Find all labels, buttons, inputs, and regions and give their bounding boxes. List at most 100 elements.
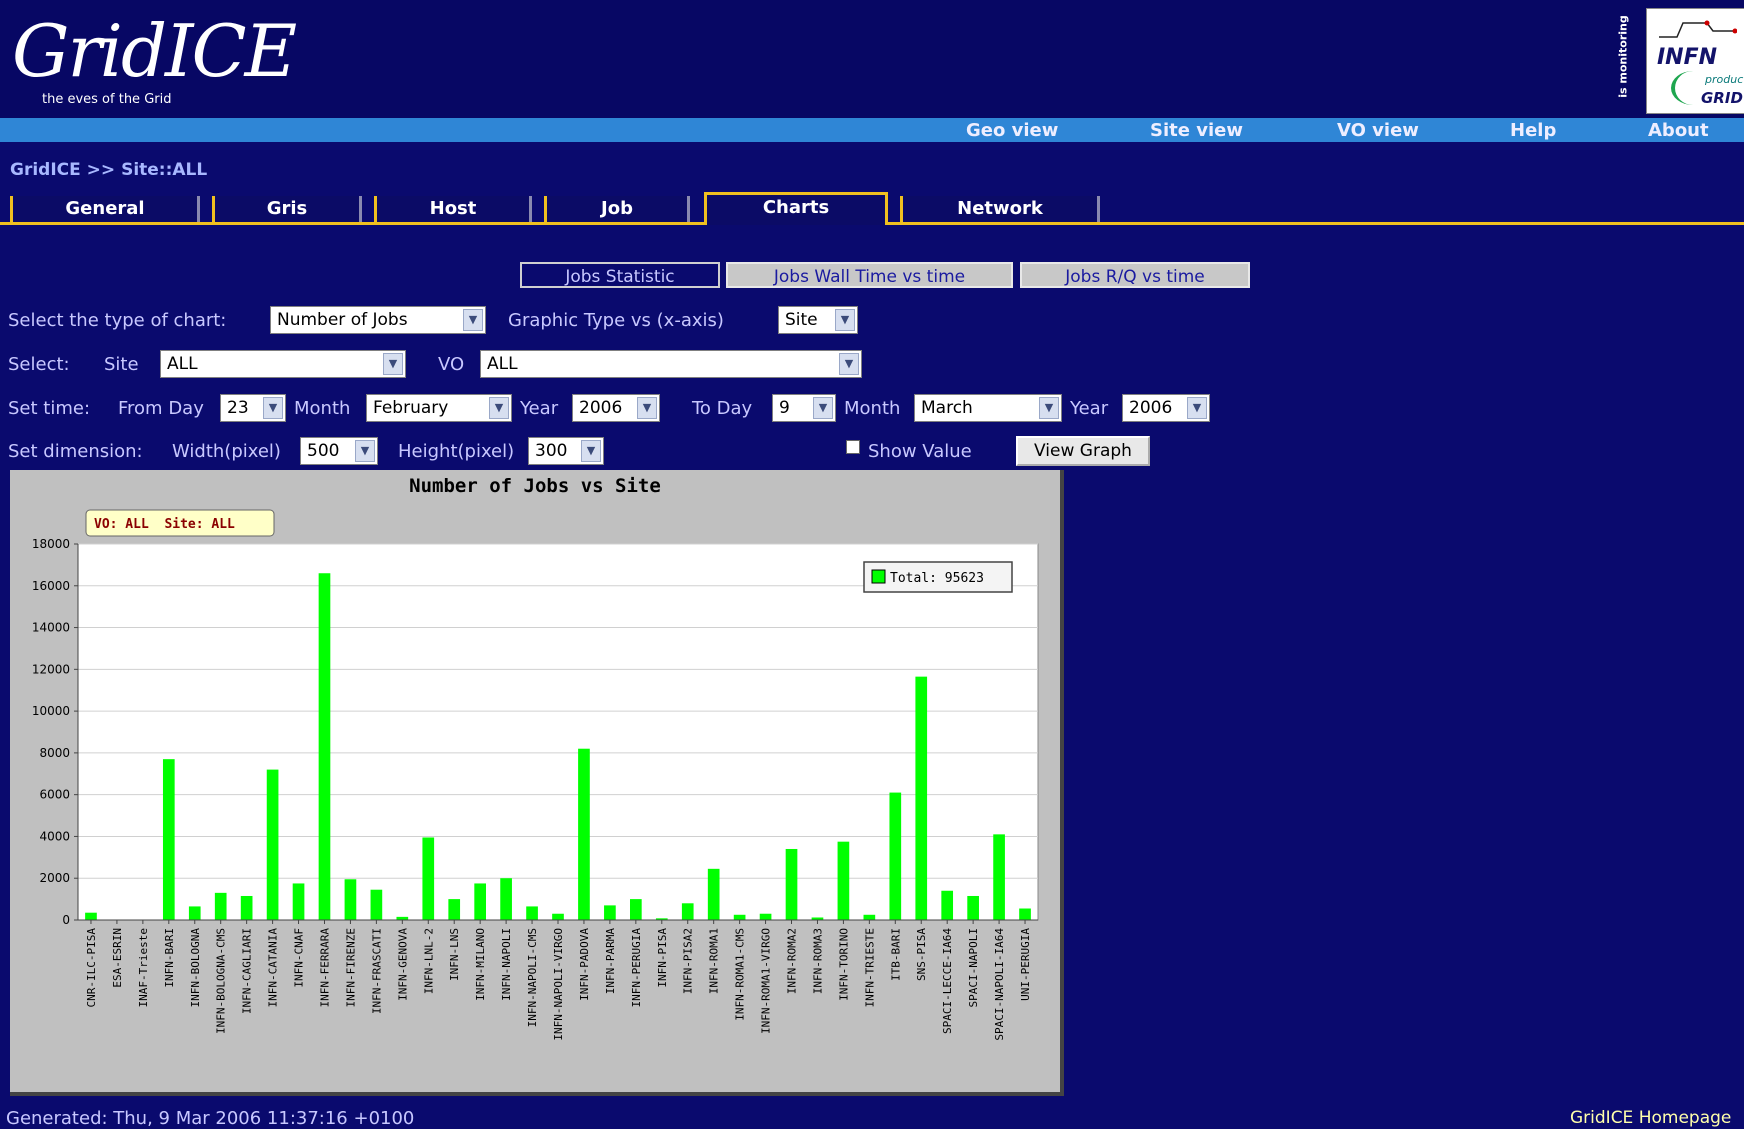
subtab-jobs-rq[interactable]: Jobs R/Q vs time [1020, 262, 1250, 288]
bar [448, 899, 461, 920]
bar [474, 883, 486, 920]
gridice-logo[interactable]: GridICE [12, 8, 297, 94]
chart-type-label: Select the type of chart: [8, 310, 227, 331]
x-tick-label: ITB-BARI [889, 928, 902, 981]
chart-title: Number of Jobs vs Site [409, 475, 661, 497]
bar [214, 892, 227, 920]
tab-network[interactable]: Network [900, 196, 1100, 222]
x-tick-label: INFN-FIRENZE [344, 928, 357, 1007]
graphic-type-value: Site [785, 310, 818, 330]
x-tick-label: INFN-ROMA1 [708, 928, 721, 994]
graphic-type-select[interactable]: Site ▼ [778, 306, 858, 334]
x-tick-label: SPACI-LECCE-IA64 [941, 928, 954, 1034]
to-month-select[interactable]: March ▼ [914, 394, 1062, 422]
y-tick-label: 0 [62, 913, 70, 927]
from-year-select[interactable]: 2006 ▼ [572, 394, 660, 422]
subtab-jobs-statistic[interactable]: Jobs Statistic [520, 262, 720, 288]
bar [266, 769, 279, 920]
vo-select[interactable]: ALL ▼ [480, 350, 862, 378]
to-month-label: Month [844, 398, 901, 419]
x-tick-label: INFN-BOLOGNA [189, 928, 202, 1008]
to-month-value: March [921, 398, 973, 418]
height-select[interactable]: 300 ▼ [528, 437, 604, 465]
show-value-label: Show Value [868, 441, 972, 462]
infn-logo-title: INFN [1657, 45, 1718, 70]
from-day-select[interactable]: 23 ▼ [220, 394, 286, 422]
monitoring-label: is monitoring [1616, 15, 1630, 98]
bar [578, 748, 590, 920]
height-value: 300 [535, 441, 568, 461]
bar [941, 890, 954, 920]
bar [630, 899, 642, 920]
x-tick-label: INFN-PARMA [604, 928, 617, 995]
select-label: Select: [8, 354, 70, 375]
chevron-down-icon: ▼ [581, 440, 601, 462]
x-tick-label: INFN-ROMA1-CMS [734, 928, 747, 1021]
from-day-value: 23 [227, 398, 249, 418]
infn-grid-logo[interactable]: INFN production GRID [1646, 8, 1744, 114]
to-year-select[interactable]: 2006 ▼ [1122, 394, 1210, 422]
x-tick-label: INFN-ROMA2 [786, 928, 799, 994]
legend-swatch [871, 569, 886, 584]
nav-vo-view[interactable]: VO view [1337, 120, 1419, 141]
chevron-down-icon: ▼ [463, 309, 483, 331]
to-year-label: Year [1070, 398, 1109, 419]
bar [863, 914, 876, 920]
bar [993, 834, 1005, 920]
x-tick-label: INFN-PERUGIA [630, 928, 643, 1008]
site-value: ALL [167, 354, 198, 374]
chart-type-select[interactable]: Number of Jobs ▼ [270, 306, 486, 334]
x-tick-label: INFN-ROMA1-VIRGO [760, 928, 773, 1034]
x-tick-label: INFN-CNAF [293, 928, 306, 988]
x-tick-label: INFN-CAGLIARI [241, 928, 254, 1014]
x-tick-label: INFN-MILANO [474, 928, 487, 1001]
bar [552, 913, 564, 920]
tab-charts[interactable]: Charts [704, 192, 888, 225]
view-graph-button[interactable]: View Graph [1016, 436, 1150, 466]
site-select[interactable]: ALL ▼ [160, 350, 406, 378]
show-value-checkbox[interactable] [846, 440, 860, 454]
chart-panel: Number of Jobs vs Site 0 2000 4000 6000 8000 1… [10, 470, 1064, 1096]
nav-site-view[interactable]: Site view [1150, 120, 1243, 141]
from-month-select[interactable]: February ▼ [366, 394, 512, 422]
x-tick-label: INFN-TORINO [837, 928, 850, 1001]
x-tick-label: INFN-NAPOLI [500, 928, 513, 1001]
nav-help[interactable]: Help [1510, 120, 1556, 141]
bar [422, 837, 435, 920]
tab-general[interactable]: General [10, 196, 200, 222]
infn-logo-sub1: production [1705, 73, 1744, 86]
vo-value: ALL [487, 354, 518, 374]
top-navigation: Geo view Site view VO view Help About [0, 118, 1744, 142]
y-tick-label: 10000 [32, 704, 70, 718]
subtab-jobs-wall-time[interactable]: Jobs Wall Time vs time [726, 262, 1013, 288]
y-tick-label: 16000 [32, 579, 70, 593]
bar [733, 914, 746, 920]
width-select[interactable]: 500 ▼ [300, 437, 378, 465]
nav-geo-view[interactable]: Geo view [966, 120, 1058, 141]
gridice-homepage-link[interactable]: GridICE Homepage [1570, 1108, 1731, 1128]
x-tick-label: INFN-PISA2 [682, 928, 695, 994]
x-tick-label: INFN-FERRARA [318, 928, 331, 1008]
chevron-down-icon: ▼ [1187, 397, 1207, 419]
chevron-down-icon: ▼ [637, 397, 657, 419]
to-day-select[interactable]: 9 ▼ [772, 394, 836, 422]
tab-gris[interactable]: Gris [212, 196, 362, 222]
nav-about[interactable]: About [1648, 120, 1709, 141]
x-tick-label: SPACI-NAPOLI [967, 928, 980, 1007]
header-banner: GridICE the eves of the Grid is monitori… [0, 0, 1744, 118]
tab-job[interactable]: Job [544, 196, 690, 222]
x-tick-label: INFN-LNS [448, 928, 461, 981]
chevron-down-icon: ▼ [835, 309, 855, 331]
width-value: 500 [307, 441, 340, 461]
to-day-label: To Day [692, 398, 753, 419]
bar [318, 573, 331, 920]
x-tick-label: CNR-ILC-PISA [85, 928, 98, 1008]
bar [85, 912, 97, 920]
from-month-label: Month [294, 398, 351, 419]
chart-type-value: Number of Jobs [277, 310, 408, 330]
bar [370, 889, 383, 920]
x-tick-label: INFN-BARI [163, 928, 176, 988]
tab-host[interactable]: Host [374, 196, 532, 222]
from-year-label: Year [520, 398, 559, 419]
legend-label: Total: 95623 [890, 571, 984, 586]
